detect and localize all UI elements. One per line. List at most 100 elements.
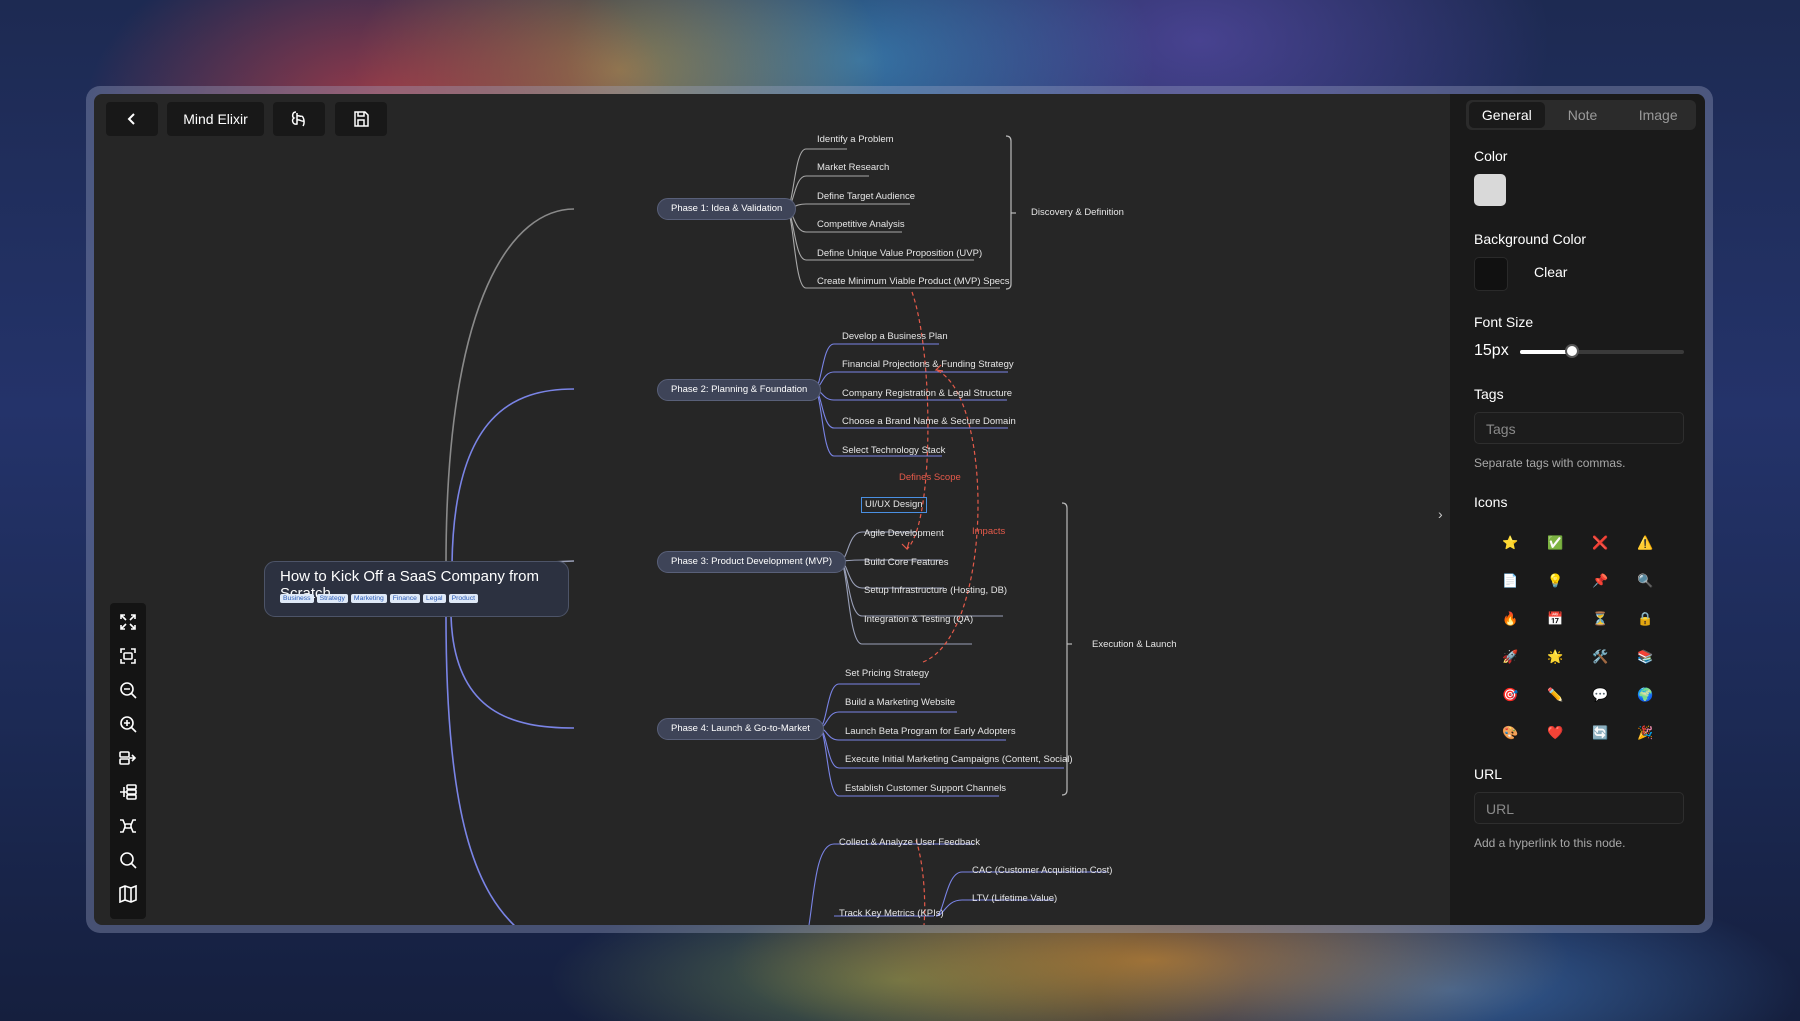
- icon-option[interactable]: 📚: [1623, 638, 1668, 676]
- topic-node[interactable]: Establish Customer Support Channels: [845, 783, 1006, 795]
- topic-node[interactable]: LTV (Lifetime Value): [972, 893, 1057, 905]
- icon-option[interactable]: 🌍: [1623, 676, 1668, 714]
- tag: Business: [280, 594, 314, 603]
- layout-left-icon: [120, 784, 137, 800]
- topic-node[interactable]: Define Target Audience: [817, 191, 915, 203]
- layout-right-button[interactable]: [114, 741, 142, 775]
- background-color-swatch[interactable]: [1474, 257, 1508, 291]
- summary-label-2[interactable]: Execution & Launch: [1092, 639, 1177, 650]
- phase-node-4[interactable]: Phase 4: Launch & Go-to-Market: [657, 718, 824, 740]
- topic-node[interactable]: Agile Development: [864, 528, 944, 540]
- icon-option[interactable]: 🛠️: [1578, 638, 1623, 676]
- brain-icon: [291, 111, 305, 127]
- topic-node[interactable]: Setup Infrastructure (Hosting, DB): [864, 585, 1007, 597]
- fullscreen-button[interactable]: [114, 605, 142, 639]
- icon-option[interactable]: 💡: [1533, 562, 1578, 600]
- clear-background-button[interactable]: Clear: [1534, 264, 1567, 280]
- topic-node[interactable]: Build Core Features: [864, 557, 948, 569]
- icon-option[interactable]: ❌: [1578, 524, 1623, 562]
- topic-node[interactable]: Set Pricing Strategy: [845, 668, 929, 680]
- zoom-out-icon: [120, 682, 137, 699]
- background-color-label: Background Color: [1474, 231, 1587, 247]
- topic-node[interactable]: Develop a Business Plan: [842, 331, 948, 343]
- icon-option[interactable]: 🎨: [1488, 714, 1533, 752]
- theme-toggle-button[interactable]: [273, 102, 325, 136]
- icon-option[interactable]: ⚠️: [1623, 524, 1668, 562]
- topic-node[interactable]: CAC (Customer Acquisition Cost): [972, 865, 1112, 877]
- topic-node[interactable]: Competitive Analysis: [817, 219, 905, 231]
- phase-node-1[interactable]: Phase 1: Idea & Validation: [657, 198, 797, 220]
- tab-general[interactable]: General: [1469, 102, 1545, 128]
- font-size-value: 15px: [1474, 342, 1509, 359]
- icon-option[interactable]: 🔥: [1488, 600, 1533, 638]
- icon-option[interactable]: 🎉: [1623, 714, 1668, 752]
- icon-option[interactable]: 🔄: [1578, 714, 1623, 752]
- topic-node[interactable]: Company Registration & Legal Structure: [842, 388, 1012, 400]
- topic-node[interactable]: Create Minimum Viable Product (MVP) Spec…: [817, 276, 1010, 288]
- topic-node[interactable]: Identify a Problem: [817, 134, 894, 146]
- chevron-right-icon: ›: [1438, 506, 1443, 522]
- icon-option[interactable]: ❤️: [1533, 714, 1578, 752]
- icon-option[interactable]: 🔒: [1623, 600, 1668, 638]
- collapse-panel-button[interactable]: ›: [1438, 506, 1443, 522]
- color-swatch[interactable]: [1474, 174, 1506, 206]
- search-button[interactable]: [114, 843, 142, 877]
- icon-option[interactable]: 💬: [1578, 676, 1623, 714]
- layout-left-button[interactable]: [114, 775, 142, 809]
- topic-node[interactable]: Financial Projections & Funding Strategy: [842, 359, 1014, 371]
- layout-both-button[interactable]: [114, 809, 142, 843]
- zoom-in-button[interactable]: [114, 707, 142, 741]
- phase-node-3[interactable]: Phase 3: Product Development (MVP): [657, 551, 847, 573]
- summary-label-1[interactable]: Discovery & Definition: [1031, 207, 1124, 218]
- topic-node[interactable]: Integration & Testing (QA): [864, 614, 973, 626]
- branch-line-1: [445, 208, 575, 565]
- icon-option[interactable]: ⏳: [1578, 600, 1623, 638]
- zoom-out-button[interactable]: [114, 673, 142, 707]
- topic-node[interactable]: Market Research: [817, 162, 889, 174]
- layout-both-icon: [120, 819, 136, 833]
- save-button[interactable]: [335, 102, 387, 136]
- center-button[interactable]: [114, 639, 142, 673]
- icon-option[interactable]: 📌: [1578, 562, 1623, 600]
- url-input[interactable]: URL: [1474, 792, 1684, 824]
- icon-option[interactable]: 🌟: [1533, 638, 1578, 676]
- search-icon: [120, 852, 137, 869]
- arrow-label-1[interactable]: Defines Scope: [899, 472, 961, 483]
- topic-node-selected[interactable]: UI/UX Design: [861, 497, 927, 513]
- color-label: Color: [1474, 148, 1508, 164]
- icon-option[interactable]: 🎯: [1488, 676, 1533, 714]
- tab-note[interactable]: Note: [1545, 102, 1621, 128]
- topic-node[interactable]: Collect & Analyze User Feedback: [839, 837, 980, 849]
- minimap-button[interactable]: [114, 877, 142, 911]
- topic-node[interactable]: Define Unique Value Proposition (UVP): [817, 248, 982, 260]
- icon-option[interactable]: ✏️: [1533, 676, 1578, 714]
- topic-node[interactable]: Choose a Brand Name & Secure Domain: [842, 416, 1016, 428]
- topic-node[interactable]: Execute Initial Marketing Campaigns (Con…: [845, 754, 1073, 766]
- tab-image[interactable]: Image: [1620, 102, 1696, 128]
- phase-node-2[interactable]: Phase 2: Planning & Foundation: [657, 379, 822, 401]
- arrow-label-2[interactable]: Impacts: [972, 526, 1005, 537]
- icon-option[interactable]: 🔍: [1623, 562, 1668, 600]
- slider-thumb[interactable]: [1565, 344, 1580, 358]
- topic-node[interactable]: Track Key Metrics (KPIs): [839, 908, 944, 920]
- topic-node[interactable]: Launch Beta Program for Early Adopters: [845, 726, 1016, 738]
- panel-tabs: General Note Image: [1466, 100, 1696, 130]
- tags-input[interactable]: Tags: [1474, 412, 1684, 444]
- layout-right-icon: [119, 751, 137, 765]
- icon-option[interactable]: ⭐: [1488, 524, 1533, 562]
- chevron-left-icon: [127, 113, 135, 125]
- map-icon: [119, 885, 137, 903]
- app-title: Mind Elixir: [183, 111, 248, 127]
- icon-option[interactable]: 📄: [1488, 562, 1533, 600]
- icon-option[interactable]: ✅: [1533, 524, 1578, 562]
- topic-node[interactable]: Select Technology Stack: [842, 445, 945, 457]
- font-size-slider[interactable]: [1520, 344, 1684, 358]
- app-title-button[interactable]: Mind Elixir: [167, 102, 264, 136]
- root-node[interactable]: How to Kick Off a SaaS Company from Scra…: [264, 561, 569, 617]
- topic-node[interactable]: Build a Marketing Website: [845, 697, 955, 709]
- mind-map-canvas[interactable]: Mind Elixir How to Kick Off a SaaS Compa…: [94, 94, 1450, 925]
- icon-option[interactable]: 🚀: [1488, 638, 1533, 676]
- back-button[interactable]: [106, 102, 158, 136]
- focus-icon: [120, 648, 136, 664]
- icon-option[interactable]: 📅: [1533, 600, 1578, 638]
